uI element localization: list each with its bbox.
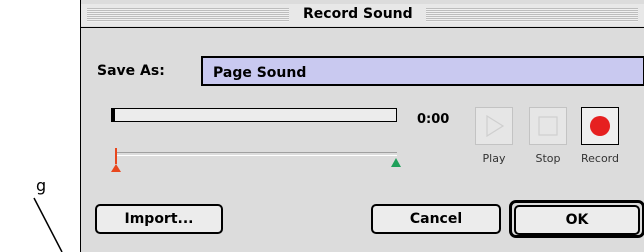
start-marker-icon[interactable]	[111, 164, 121, 172]
title-stripes-right	[426, 8, 638, 22]
play-icon	[486, 114, 505, 138]
cancel-button[interactable]: Cancel	[371, 204, 501, 234]
import-button[interactable]: Import...	[95, 204, 223, 234]
callout-line	[33, 197, 63, 252]
recording-progress-bar	[111, 108, 397, 122]
ok-button[interactable]: OK	[514, 205, 640, 235]
progress-fill	[112, 109, 115, 121]
record-icon	[590, 116, 610, 136]
start-marker-stem[interactable]	[115, 148, 117, 164]
record-button[interactable]	[581, 107, 619, 145]
save-as-field[interactable]: Page Sound	[201, 56, 644, 86]
stop-label: Stop	[535, 152, 561, 165]
stop-button[interactable]	[529, 107, 567, 145]
end-marker-icon[interactable]	[391, 158, 401, 167]
trim-slider-track[interactable]	[115, 152, 397, 156]
play-label: Play	[482, 152, 506, 165]
play-button[interactable]	[475, 107, 513, 145]
title-divider	[81, 27, 644, 28]
save-as-label: Save As:	[97, 63, 165, 79]
stop-icon	[538, 116, 558, 136]
elapsed-time: 0:00	[417, 112, 450, 127]
window-title: Record Sound	[295, 6, 421, 22]
record-label: Record	[580, 152, 619, 165]
title-stripes-left	[87, 8, 289, 22]
ok-button-ring[interactable]: OK	[509, 200, 644, 238]
record-sound-dialog: Record Sound Save As: Page Sound 0:00 Pl…	[80, 0, 644, 252]
title-bar[interactable]: Record Sound	[81, 4, 644, 26]
